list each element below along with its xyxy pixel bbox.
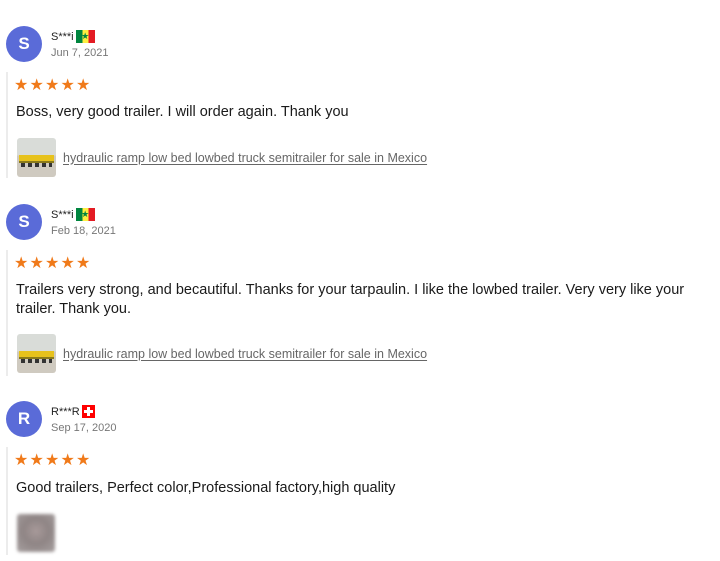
star-icon: ★: [76, 255, 91, 272]
review-text: Trailers very strong, and becautiful. Th…: [16, 282, 685, 317]
star-icon: ★: [60, 77, 75, 94]
review-date: Feb 18, 2021: [51, 225, 116, 237]
star-rating: ★ ★ ★ ★ ★: [14, 255, 92, 272]
review-body: ★ ★ ★ ★ ★ Trailers very strong, and beca…: [6, 250, 720, 376]
star-icon: ★: [76, 452, 91, 469]
avatar: R: [6, 401, 42, 437]
product-thumbnail[interactable]: [17, 138, 56, 177]
reviewer-name: R***R: [51, 405, 80, 418]
switzerland-flag-icon: [81, 405, 95, 418]
senegal-flag-icon: [75, 208, 95, 221]
review-body: ★ ★ ★ ★ ★ Good trailers, Perfect color,P…: [6, 447, 720, 555]
star-rating: ★ ★ ★ ★ ★: [14, 452, 92, 469]
star-icon: ★: [45, 77, 60, 94]
review-date: Jun 7, 2021: [51, 47, 109, 59]
reviewer-name: S***i: [51, 30, 74, 43]
review-header: S S***i Feb 18, 2021: [6, 204, 116, 240]
product-thumbnail[interactable]: [17, 334, 56, 373]
star-icon: ★: [29, 255, 44, 272]
review-date: Sep 17, 2020: [51, 422, 117, 434]
star-icon: ★: [45, 255, 60, 272]
star-rating: ★ ★ ★ ★ ★: [14, 77, 92, 94]
star-icon: ★: [76, 77, 91, 94]
senegal-flag-icon: [75, 30, 95, 43]
star-icon: ★: [14, 255, 29, 272]
star-icon: ★: [14, 452, 29, 469]
star-icon: ★: [45, 452, 60, 469]
star-icon: ★: [29, 77, 44, 94]
star-icon: ★: [14, 77, 29, 94]
reviewer-name: S***i: [51, 208, 74, 221]
review-product[interactable]: hydraulic ramp low bed lowbed truck semi…: [17, 334, 427, 373]
star-icon: ★: [29, 452, 44, 469]
star-icon: ★: [60, 452, 75, 469]
avatar: S: [6, 26, 42, 62]
reviewer-meta: R***R Sep 17, 2020: [51, 404, 116, 434]
star-icon: ★: [60, 255, 75, 272]
product-link[interactable]: hydraulic ramp low bed lowbed truck semi…: [63, 151, 427, 165]
review-header: R R***R Sep 17, 2020: [6, 401, 116, 437]
review-text: Boss, very good trailer. I will order ag…: [16, 104, 349, 120]
product-link[interactable]: hydraulic ramp low bed lowbed truck semi…: [63, 347, 427, 361]
review-photo[interactable]: [17, 514, 55, 552]
reviewer-meta: S***i Jun 7, 2021: [51, 29, 109, 59]
reviewer-meta: S***i Feb 18, 2021: [51, 207, 116, 237]
review-body: ★ ★ ★ ★ ★ Boss, very good trailer. I wil…: [6, 72, 720, 178]
review-header: S S***i Jun 7, 2021: [6, 26, 109, 62]
avatar: S: [6, 204, 42, 240]
review-text: Good trailers, Perfect color,Professiona…: [16, 480, 396, 496]
review-product[interactable]: hydraulic ramp low bed lowbed truck semi…: [17, 138, 427, 177]
review-photo-thumbnail[interactable]: [17, 514, 55, 552]
